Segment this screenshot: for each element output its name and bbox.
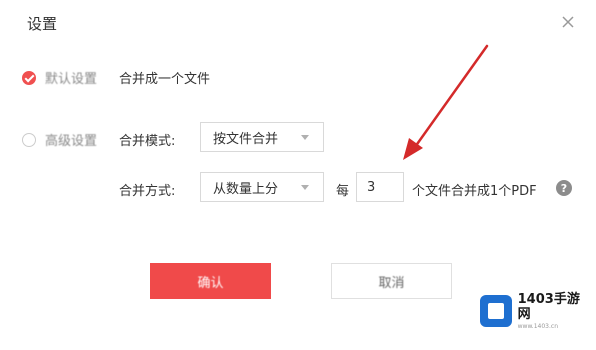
dialog-title: 设置 [27,15,58,33]
merge-method-suffix: 个文件合并成1个PDF [412,184,537,199]
cancel-button[interactable]: 取消 [331,263,452,299]
merge-method-select[interactable]: 从数量上分 [200,172,324,202]
per-label: 每 [336,184,350,199]
advanced-setting-radio[interactable] [22,132,36,147]
watermark-name: 1403手游网 [517,291,580,322]
advanced-setting-option[interactable]: 高级设置 [22,130,97,149]
chevron-down-icon [301,185,309,190]
confirm-button[interactable]: 确认 [150,263,271,299]
chevron-down-icon [301,135,309,140]
merge-method-label: 合并方式: [119,184,176,199]
help-icon[interactable]: ? [556,180,572,196]
merge-mode-value: 按文件合并 [213,131,279,147]
merge-method-value: 从数量上分 [213,181,279,197]
merge-mode-label: 合并模式: [119,134,176,149]
confirm-button-label: 确认 [197,275,224,291]
file-count-input[interactable] [356,172,404,202]
dialog-titlebar: 设置 [0,0,596,46]
watermark-sub: www.1403.cn [517,322,558,330]
help-glyph: ? [560,181,568,195]
watermark-logo-icon [480,295,512,327]
default-setting-label: 默认设置 [45,72,98,87]
cancel-button-label: 取消 [378,275,405,291]
default-setting-option[interactable]: 默认设置 [22,68,97,87]
advanced-setting-label: 高级设置 [45,134,98,149]
close-icon [562,16,574,28]
default-setting-description: 合并成一个文件 [119,72,211,87]
watermark: 1403手游网 www.1403.cn [480,291,592,330]
close-button[interactable] [558,12,578,32]
default-setting-radio[interactable] [22,70,36,85]
merge-mode-select[interactable]: 按文件合并 [200,122,324,152]
